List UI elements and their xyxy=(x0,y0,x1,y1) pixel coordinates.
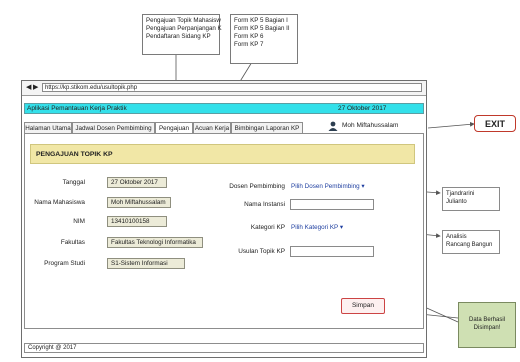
pengajuan-menu-callout: Pengajuan Topik Mahasisw Pengajuan Perpa… xyxy=(142,14,222,55)
browser-window: ◀ ▶ https://kp.stikom.edu/usultopik.php … xyxy=(21,80,427,358)
current-date: 27 Oktober 2017 xyxy=(338,105,387,112)
exit-connector xyxy=(427,121,475,129)
menu-item-perpanjangan: Pengajuan Perpanjangan K xyxy=(146,25,222,32)
success-message-line1: Data Berhasil xyxy=(468,317,506,323)
dosen-option-1: Tjandrarini xyxy=(446,191,475,197)
prodi-label: Program Studi xyxy=(44,260,85,267)
footer: Copyright @ 2017 xyxy=(24,343,424,353)
nama-label: Nama Mahasiswa xyxy=(34,199,85,206)
form-header: PENGAJUAN TOPIK KP xyxy=(30,144,415,164)
dosen-option-2: Julianto xyxy=(446,199,467,205)
fakultas-label: Fakultas xyxy=(60,239,85,246)
dosen-label: Dosen Pembimbing xyxy=(229,183,285,190)
forward-arrow-icon[interactable]: ▶ xyxy=(33,84,38,92)
tanggal-label: Tanggal xyxy=(62,179,85,186)
acuan-menu-callout: Form KP 5 Bagian I Form KP 5 Bagian II F… xyxy=(230,14,298,64)
kategori-options-callout: Analisis Rancang Bangun xyxy=(442,230,500,254)
kategori-dropdown-text: Pilih Kategori KP xyxy=(291,224,339,231)
menu-item-form-kp7: Form KP 7 xyxy=(234,41,264,48)
fakultas-field: Fakultas Teknologi Informatika xyxy=(107,237,203,248)
usulan-input[interactable] xyxy=(290,246,374,257)
app-title: Aplikasi Pemantauan Kerja Praktik xyxy=(27,105,127,112)
kategori-dropdown[interactable]: Pilih Kategori KP ▾ xyxy=(291,224,343,232)
user-icon xyxy=(328,121,338,131)
chevron-down-icon: ▾ xyxy=(339,224,344,231)
kategori-option-2: Rancang Bangun xyxy=(446,242,493,248)
instansi-input[interactable] xyxy=(290,199,374,210)
chevron-down-icon: ▾ xyxy=(361,183,365,190)
back-arrow-icon[interactable]: ◀ xyxy=(26,84,31,92)
success-message-note: Data Berhasil Disimpan! xyxy=(458,302,516,348)
instansi-label: Nama Instansi xyxy=(244,201,285,208)
address-bar: ◀ ▶ https://kp.stikom.edu/usultopik.php xyxy=(22,81,426,96)
nim-label: NIM xyxy=(73,218,85,225)
dosen-dropdown[interactable]: Pilih Dosen Pembimbing ▾ xyxy=(291,183,365,191)
dosen-dropdown-text: Pilih Dosen Pembimbing xyxy=(291,183,360,190)
url-field[interactable]: https://kp.stikom.edu/usultopik.php xyxy=(42,83,422,92)
prodi-field: S1-Sistem Informasi xyxy=(107,258,185,269)
form-title: PENGAJUAN TOPIK KP xyxy=(36,151,113,158)
menu-item-topik: Pengajuan Topik Mahasisw xyxy=(146,17,221,24)
menu-item-form-kp6: Form KP 6 xyxy=(234,33,264,40)
tanggal-field: 27 Oktober 2017 xyxy=(107,177,167,188)
nama-field: Moh Miftahussalam xyxy=(107,197,171,208)
menu-item-form-kp5-2: Form KP 5 Bagian II xyxy=(234,25,290,32)
content-panel: PENGAJUAN TOPIK KP Tanggal 27 Oktober 20… xyxy=(24,133,424,329)
menu-item-form-kp5-1: Form KP 5 Bagian I xyxy=(234,17,288,24)
success-message-line2: Disimpan! xyxy=(473,325,501,331)
usulan-label: Usulan Topik KP xyxy=(238,248,285,255)
app-title-bar: Aplikasi Pemantauan Kerja Praktik 27 Okt… xyxy=(24,103,424,114)
kategori-option-1: Analisis xyxy=(446,234,467,240)
menu-item-sidang: Pendaftaran Sidang KP xyxy=(146,33,211,40)
nim-field: 13410100158 xyxy=(107,216,167,227)
dosen-options-callout: Tjandrarini Julianto xyxy=(442,187,500,211)
simpan-button[interactable]: Simpan xyxy=(341,298,385,314)
kategori-label: Kategori KP xyxy=(250,224,285,231)
user-name: Moh Miftahussalam xyxy=(342,122,399,129)
exit-button[interactable]: EXIT xyxy=(474,115,516,132)
